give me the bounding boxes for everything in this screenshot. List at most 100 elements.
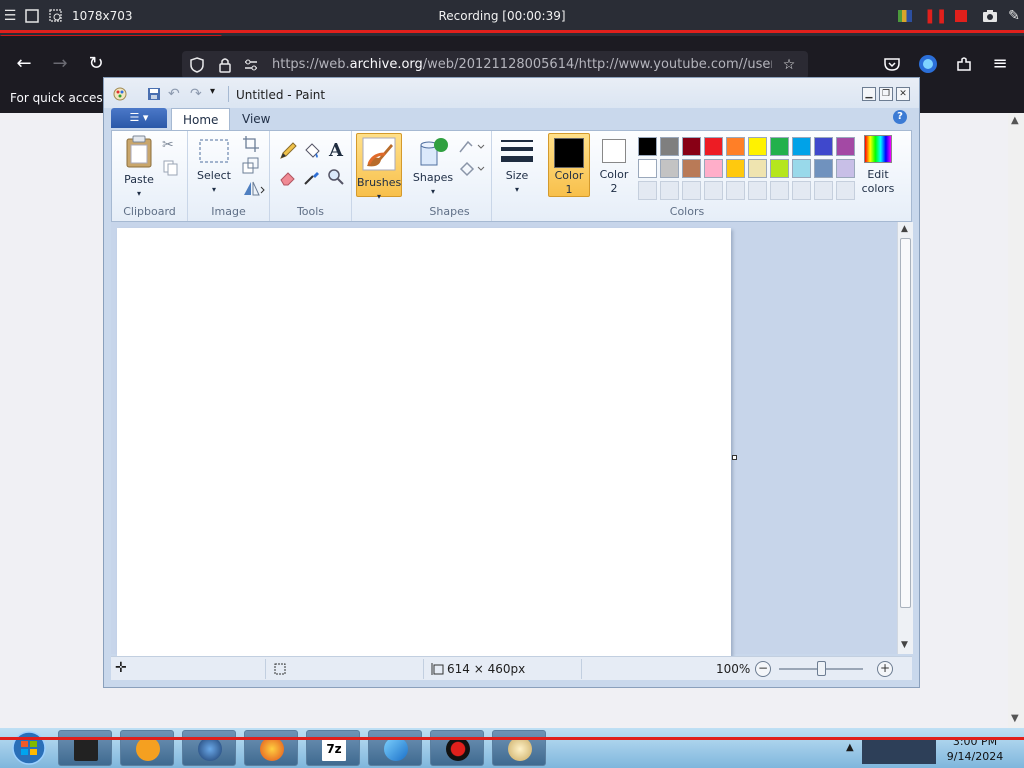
- forward-icon[interactable]: →: [50, 54, 70, 74]
- page-scrollbar[interactable]: ▲ ▼: [1008, 113, 1024, 728]
- palette-swatch[interactable]: [814, 137, 833, 156]
- color1-button[interactable]: Color 1: [548, 133, 590, 197]
- palette-swatch[interactable]: [660, 159, 679, 178]
- edit-colors-button[interactable]: Edit colors: [856, 135, 900, 195]
- restore-button[interactable]: ❐: [879, 87, 893, 101]
- taskbar-browser[interactable]: [182, 730, 236, 766]
- canvas-scrollbar[interactable]: ▲ ▼: [897, 222, 913, 654]
- pencil-tool-icon[interactable]: [278, 141, 298, 161]
- stop-icon[interactable]: [955, 10, 967, 22]
- shield-icon[interactable]: [188, 56, 206, 74]
- taskbar-media-player[interactable]: [120, 730, 174, 766]
- lock-icon[interactable]: [216, 56, 234, 74]
- paste-button[interactable]: Paste ▾: [120, 135, 158, 200]
- drawing-canvas[interactable]: [117, 228, 731, 658]
- tab-view[interactable]: View: [231, 108, 281, 130]
- zoom-in-button[interactable]: +: [877, 661, 893, 677]
- custom-color-slot[interactable]: [660, 181, 679, 200]
- outline-icon[interactable]: [458, 137, 486, 157]
- fill-tool-icon[interactable]: [302, 141, 322, 161]
- palette-swatch[interactable]: [814, 159, 833, 178]
- url-bar[interactable]: https://web.archive.org/web/201211280056…: [182, 51, 808, 79]
- redo-icon[interactable]: ↷: [190, 86, 206, 102]
- minimize-button[interactable]: ▁: [862, 87, 876, 101]
- custom-color-slot[interactable]: [792, 181, 811, 200]
- paint-app-icon[interactable]: [112, 86, 128, 102]
- taskbar-firefox[interactable]: [244, 730, 298, 766]
- pause-icon[interactable]: ❚❚: [924, 8, 947, 24]
- taskbar-7zip[interactable]: 7z: [306, 730, 360, 766]
- zoom-slider-thumb[interactable]: [817, 661, 826, 676]
- brushes-button[interactable]: Brushes ▾: [356, 133, 402, 201]
- back-icon[interactable]: ←: [14, 54, 34, 74]
- start-button[interactable]: [4, 730, 54, 766]
- undo-icon[interactable]: ↶: [168, 86, 184, 102]
- palette-swatch[interactable]: [770, 137, 789, 156]
- color2-button[interactable]: Color 2: [594, 133, 634, 195]
- tab-home[interactable]: Home: [171, 108, 231, 130]
- scroll-thumb[interactable]: [900, 238, 911, 608]
- custom-color-slot[interactable]: [748, 181, 767, 200]
- custom-color-slot[interactable]: [704, 181, 723, 200]
- palette-swatch[interactable]: [836, 137, 855, 156]
- palette-swatch[interactable]: [792, 137, 811, 156]
- copy-icon[interactable]: [162, 159, 182, 179]
- pocket-icon[interactable]: [882, 54, 902, 74]
- custom-color-slot[interactable]: [814, 181, 833, 200]
- select-button[interactable]: Select ▾: [194, 137, 234, 196]
- zoom-out-button[interactable]: −: [755, 661, 771, 677]
- close-button[interactable]: ✕: [896, 87, 910, 101]
- palette-swatch[interactable]: [660, 137, 679, 156]
- paint-titlebar[interactable]: ↶ ↷ ▾ Untitled - Paint ▁ ❐ ✕: [104, 78, 919, 108]
- taskbar-player[interactable]: [368, 730, 422, 766]
- paint-menu-button[interactable]: ☰ ▾: [111, 108, 167, 128]
- custom-color-slot[interactable]: [638, 181, 657, 200]
- palette-swatch[interactable]: [682, 137, 701, 156]
- extensions-icon[interactable]: [954, 54, 974, 74]
- url-text[interactable]: https://web.archive.org/web/201211280056…: [272, 57, 772, 72]
- scroll-down-icon[interactable]: ▼: [901, 640, 908, 650]
- canvas-resize-handle[interactable]: [732, 455, 737, 460]
- palette-swatch[interactable]: [704, 159, 723, 178]
- custom-color-slot[interactable]: [770, 181, 789, 200]
- custom-color-slot[interactable]: [836, 181, 855, 200]
- palette-swatch[interactable]: [682, 159, 701, 178]
- help-icon[interactable]: ?: [893, 110, 907, 124]
- scroll-up-icon[interactable]: ▲: [1011, 115, 1019, 126]
- palette-swatch[interactable]: [638, 137, 657, 156]
- crop-icon[interactable]: [242, 135, 262, 155]
- palette-swatch[interactable]: [770, 159, 789, 178]
- palette-swatch[interactable]: [748, 137, 767, 156]
- permissions-icon[interactable]: [242, 56, 260, 74]
- eraser-tool-icon[interactable]: [278, 167, 298, 187]
- custom-color-slot[interactable]: [682, 181, 701, 200]
- palette-swatch[interactable]: [638, 159, 657, 178]
- palette-swatch[interactable]: [726, 137, 745, 156]
- cut-icon[interactable]: ✂: [162, 137, 182, 157]
- bookmark-star-icon[interactable]: ☆: [780, 56, 798, 74]
- palette-swatch[interactable]: [748, 159, 767, 178]
- save-icon[interactable]: [146, 86, 162, 102]
- scroll-down-icon[interactable]: ▼: [1011, 713, 1019, 724]
- app-menu-icon[interactable]: ≡: [990, 54, 1010, 74]
- shapes-button[interactable]: Shapes ▾: [412, 135, 454, 198]
- taskbar-recorder[interactable]: [430, 730, 484, 766]
- magnifier-icon[interactable]: [326, 167, 346, 187]
- reload-icon[interactable]: ↻: [86, 54, 106, 74]
- taskbar-terminal[interactable]: [58, 730, 112, 766]
- color-picker-icon[interactable]: [302, 167, 322, 187]
- resize-icon[interactable]: [242, 157, 262, 177]
- tray-expand-icon[interactable]: ▲: [846, 742, 854, 753]
- scroll-up-icon[interactable]: ▲: [901, 224, 908, 234]
- fill-icon[interactable]: [458, 159, 486, 179]
- palette-swatch[interactable]: [836, 159, 855, 178]
- palette-swatch[interactable]: [704, 137, 723, 156]
- pencil-icon[interactable]: ✎: [1006, 8, 1022, 24]
- taskbar-paint[interactable]: [492, 730, 546, 766]
- palette-swatch[interactable]: [726, 159, 745, 178]
- custom-color-slot[interactable]: [726, 181, 745, 200]
- text-tool-icon[interactable]: A: [326, 141, 346, 161]
- palette-swatch[interactable]: [792, 159, 811, 178]
- size-button[interactable]: Size ▾: [496, 137, 538, 196]
- account-icon[interactable]: [918, 54, 938, 74]
